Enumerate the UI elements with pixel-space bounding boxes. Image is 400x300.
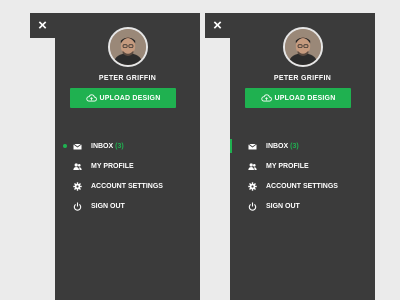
menu-item-my-profile[interactable]: MY PROFILE <box>55 156 200 176</box>
upload-design-button[interactable]: UPLOAD DESIGN <box>70 88 176 108</box>
menu-item-sign-out[interactable]: SIGN OUT <box>230 196 375 216</box>
user-name: PETER GRIFFIN <box>98 75 157 82</box>
avatar[interactable] <box>282 27 323 67</box>
menu-item-label: MY PROFILE <box>266 162 309 170</box>
menu-item-label: SIGN OUT <box>266 202 300 210</box>
users-icon <box>73 162 82 171</box>
upload-design-button[interactable]: UPLOAD DESIGN <box>245 88 351 108</box>
cloud-upload-icon <box>260 94 272 102</box>
mail-icon <box>248 142 257 151</box>
menu-item-account-settings[interactable]: ACCOUNT SETTINGS <box>230 176 375 196</box>
menu-item-sign-out[interactable]: SIGN OUT <box>55 196 200 216</box>
menu-item-inbox[interactable]: INBOX (3) <box>230 136 375 156</box>
menu-item-label: MY PROFILE <box>91 162 134 170</box>
unread-count: (3) <box>290 142 299 150</box>
power-icon <box>248 202 257 211</box>
power-icon <box>73 202 82 211</box>
users-icon <box>248 162 257 171</box>
active-bar-indicator <box>230 139 232 153</box>
menu-item-label: ACCOUNT SETTINGS <box>266 182 338 190</box>
side-menu-panel: PETER GRIFFIN UPLOAD DESIGN INBOX (3) MY… <box>55 13 200 300</box>
cloud-upload-icon <box>85 94 97 102</box>
menu-item-label: ACCOUNT SETTINGS <box>91 182 163 190</box>
close-button[interactable]: × <box>205 13 230 38</box>
close-icon: × <box>38 17 47 34</box>
menu-item-my-profile[interactable]: MY PROFILE <box>230 156 375 176</box>
side-menu-panel: PETER GRIFFIN UPLOAD DESIGN INBOX (3) MY… <box>230 13 375 300</box>
menu-item-inbox[interactable]: INBOX (3) <box>55 136 200 156</box>
active-dot-indicator <box>63 144 67 148</box>
menu-item-label: SIGN OUT <box>91 202 125 210</box>
menu-item-label: INBOX <box>91 142 114 150</box>
menu-item-account-settings[interactable]: ACCOUNT SETTINGS <box>55 176 200 196</box>
avatar[interactable] <box>107 27 148 67</box>
gear-icon <box>248 181 257 191</box>
close-icon: × <box>213 17 222 34</box>
gear-icon <box>73 181 82 191</box>
upload-design-label: UPLOAD DESIGN <box>274 94 336 102</box>
user-name: PETER GRIFFIN <box>273 75 332 82</box>
upload-design-label: UPLOAD DESIGN <box>99 94 161 102</box>
nav-menu: INBOX (3) MY PROFILE ACCOUNT SETTINGS SI… <box>55 136 200 216</box>
close-button[interactable]: × <box>30 13 55 38</box>
menu-item-label: INBOX <box>266 142 289 150</box>
mail-icon <box>73 142 82 151</box>
nav-menu: INBOX (3) MY PROFILE ACCOUNT SETTINGS SI… <box>230 136 375 216</box>
unread-count: (3) <box>115 142 124 150</box>
